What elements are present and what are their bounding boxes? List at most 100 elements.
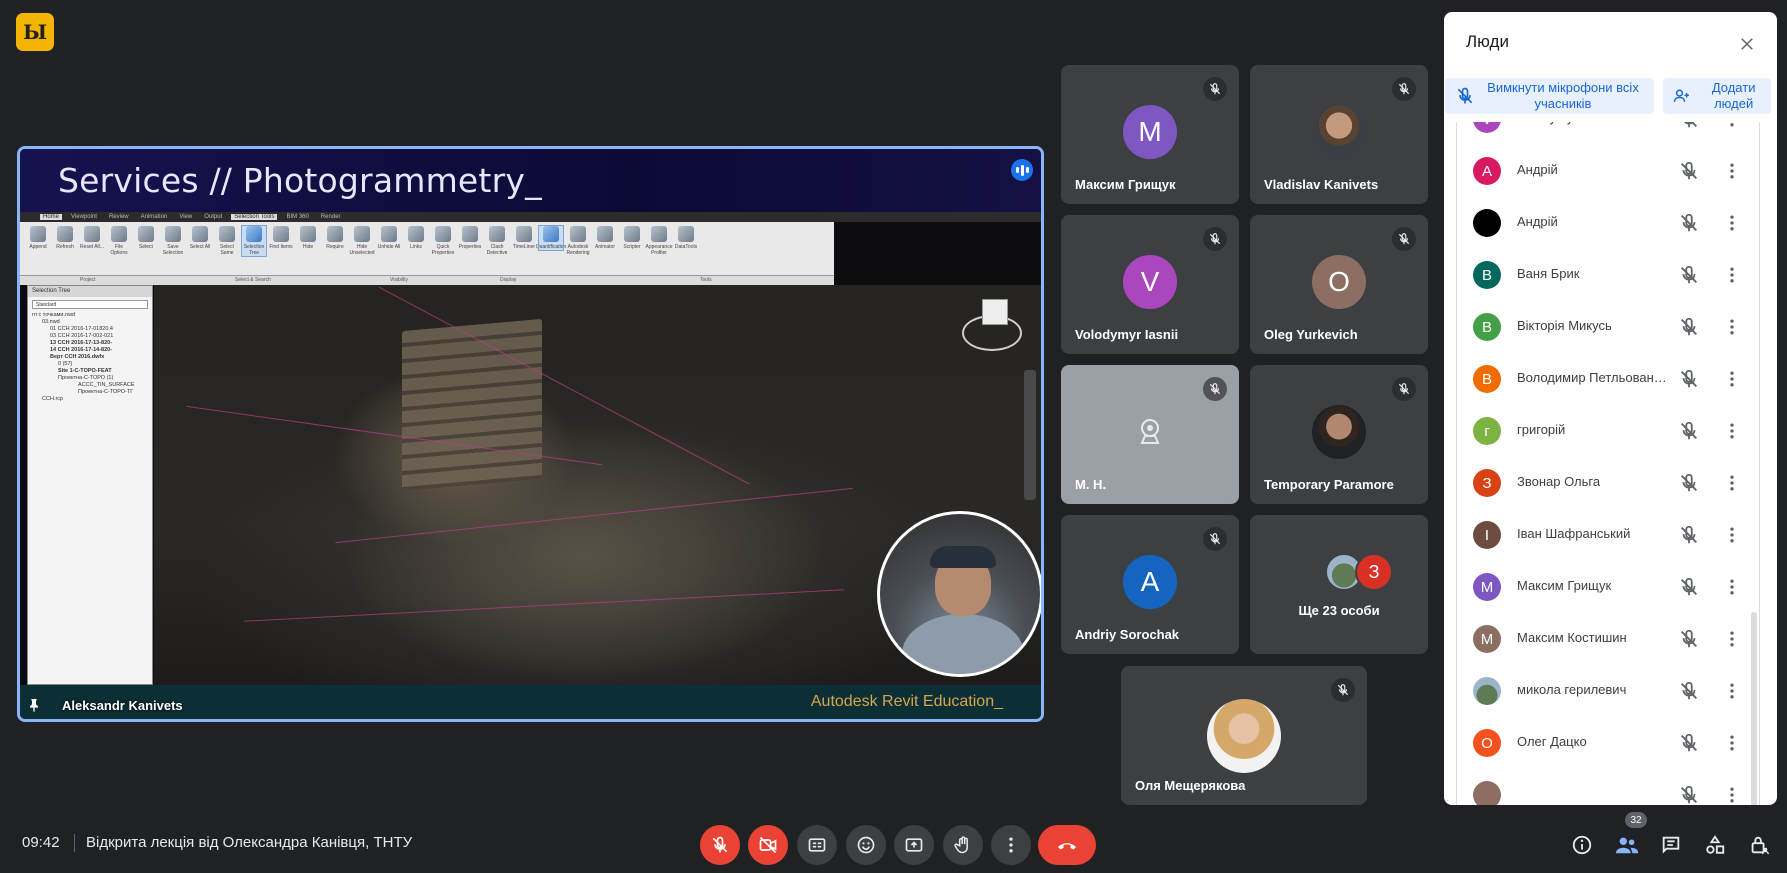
chat-button[interactable] [1656,830,1686,860]
mute-participant-button[interactable] [1678,576,1700,598]
meet-window: Ы Services // Photogrammetry_ Home Viewpo… [0,0,1787,873]
toggle-camera-button[interactable] [748,825,788,865]
participant-avatar: А [1473,157,1501,185]
mute-participant-button[interactable] [1678,368,1700,390]
participant-name: Андрій [1517,214,1558,229]
participant-more-button[interactable] [1721,628,1743,650]
mute-participant-button[interactable] [1678,264,1700,286]
participant-avatar: З [1355,553,1393,591]
participant-row[interactable]: В Ваня Брик [1457,249,1757,301]
participant-tile[interactable]: М. Н. [1061,365,1239,504]
mute-participant-button[interactable] [1678,472,1700,494]
participant-more-button[interactable] [1721,576,1743,598]
participant-more-button[interactable] [1721,264,1743,286]
participant-name: Андрій [1517,162,1558,177]
ribbon-button-label: Autodesk Rendering [566,244,590,256]
participant-row[interactable]: І Іван Шафранський [1457,509,1757,561]
participant-more-button[interactable] [1721,680,1743,702]
participant-tile[interactable]: Оля Мещерякова [1121,666,1367,805]
participant-row[interactable]: микола герилевич [1457,665,1757,717]
presentation-tile[interactable]: Services // Photogrammetry_ Home Viewpoin… [17,146,1044,722]
participant-avatar [1473,209,1501,237]
mute-participant-button[interactable] [1678,732,1700,754]
mute-participant-button[interactable] [1678,628,1700,650]
participant-more-button[interactable] [1721,122,1743,130]
ribbon-button-label: Refresh [56,244,74,250]
host-controls-button[interactable] [1744,830,1774,860]
ribbon-button: Select [134,226,158,250]
more-vert-icon [1730,123,1734,127]
mute-participant-button[interactable] [1678,316,1700,338]
participant-photo [1207,699,1281,773]
participant-row[interactable]: В Володимир Петльованый [1457,353,1757,405]
participant-tile[interactable]: M Максим Грищук [1061,65,1239,204]
captions-button[interactable] [797,825,837,865]
participant-row[interactable]: г григорій [1457,405,1757,457]
participant-more-button[interactable] [1721,472,1743,494]
participant-row[interactable]: V Volodymyr Iasnii [1457,122,1757,145]
participant-more-button[interactable] [1721,732,1743,754]
mute-participant-button[interactable] [1678,212,1700,234]
ribbon-button-label: Append [29,244,47,250]
more-vert-icon [1730,579,1734,595]
participant-more-button[interactable] [1721,316,1743,338]
meeting-details-button[interactable] [1567,830,1597,860]
participant-row[interactable] [1457,769,1757,805]
close-panel-button[interactable] [1731,28,1763,60]
participant-more-button[interactable] [1721,160,1743,182]
participant-tile[interactable]: V Volodymyr Iasnii [1061,215,1239,354]
ribbon-button: Find Items [269,226,293,250]
more-options-button[interactable] [991,825,1031,865]
reactions-button[interactable] [846,825,886,865]
toggle-microphone-button[interactable] [700,825,740,865]
more-vert-icon [1730,735,1734,751]
participant-more-button[interactable] [1721,368,1743,390]
site-boundary-line [335,487,853,544]
participant-row[interactable]: В Вікторія Микусь [1457,301,1757,353]
raise-hand-button[interactable] [943,825,983,865]
participant-tile[interactable]: Temporary Paramore [1250,365,1428,504]
people-button[interactable] [1612,830,1642,860]
lock-person-icon [1751,836,1769,855]
activities-button[interactable] [1700,830,1730,860]
mute-participant-button[interactable] [1678,160,1700,182]
participant-row[interactable]: О Олег Дацко [1457,717,1757,769]
ribbon-button: Hide Unselected [350,226,375,256]
people-panel: Люди Вимкнути мікрофони всіх учасників Д… [1444,12,1777,805]
mute-participant-button[interactable] [1678,420,1700,442]
present-now-button[interactable] [894,825,934,865]
pin-icon[interactable] [26,697,44,715]
ribbon-button: Animator [593,226,617,250]
ribbon-button: TimeLiner [512,226,536,250]
ribbon-button-label: Reset All... [80,244,104,250]
participant-tile[interactable]: O Oleg Yurkevich [1250,215,1428,354]
mute-all-button[interactable]: Вимкнути мікрофони всіх учасників [1445,78,1654,114]
more-participants-tile[interactable]: З Ще 23 особи [1250,515,1428,654]
leave-call-button[interactable] [1038,825,1096,865]
participant-tile[interactable]: A Andriy Sorochak [1061,515,1239,654]
mute-participant-button[interactable] [1678,122,1700,130]
participant-more-button[interactable] [1721,784,1743,805]
more-vert-icon [1730,163,1734,179]
participant-more-button[interactable] [1721,212,1743,234]
participant-more-button[interactable] [1721,524,1743,546]
ribbon-button: File Options [107,226,131,256]
participant-more-button[interactable] [1721,420,1743,442]
add-people-button[interactable]: Додати людей [1663,78,1771,114]
ribbon-tool-icon [219,226,235,242]
ribbon-button: Save Selection [161,226,185,256]
participant-row[interactable]: Андрій [1457,197,1757,249]
people-list[interactable]: V Volodymyr Iasnii А Андрій Андрій В Ваня Брик… [1456,122,1760,805]
mic-off-icon [1681,213,1697,232]
mic-off-icon [1681,681,1697,700]
ribbon-button: Unhide All [377,226,401,250]
mute-participant-button[interactable] [1678,524,1700,546]
participant-row[interactable]: А Андрій [1457,145,1757,197]
participant-row[interactable]: М Максим Грищук [1457,561,1757,613]
participant-tile[interactable]: Vladislav Kanivets [1250,65,1428,204]
mute-participant-button[interactable] [1678,784,1700,805]
participant-row[interactable]: З Звонар Ольга [1457,457,1757,509]
participant-row[interactable]: М Максим Костишин [1457,613,1757,665]
mute-participant-button[interactable] [1678,680,1700,702]
mic-off-icon [1683,122,1697,128]
